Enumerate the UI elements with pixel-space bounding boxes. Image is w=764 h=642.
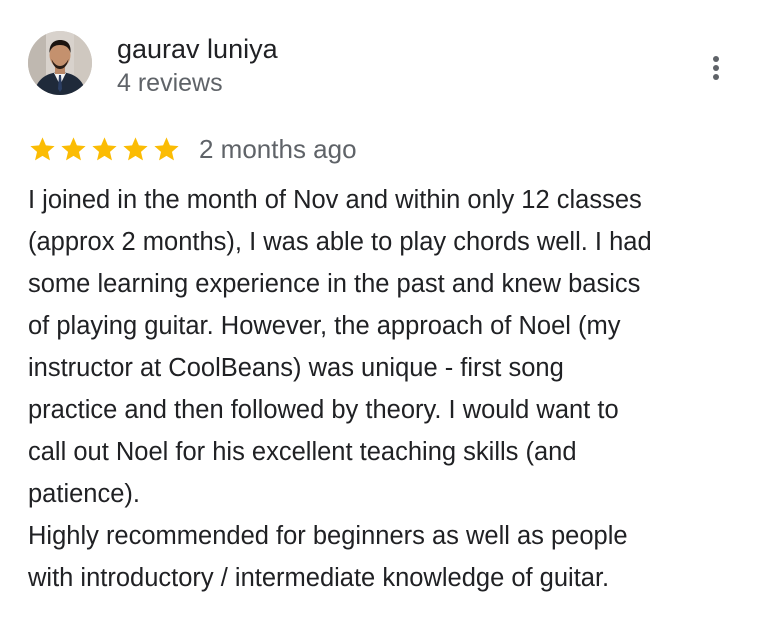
person-avatar-icon <box>28 31 92 95</box>
reviewer-review-count[interactable]: 4 reviews <box>117 67 223 99</box>
star-icon <box>90 135 119 164</box>
more-vert-dot <box>713 56 719 62</box>
more-vert-dot <box>713 65 719 71</box>
more-vert-dot <box>713 74 719 80</box>
review-date: 2 months ago <box>199 134 357 164</box>
review-body: I joined in the month of Nov and within … <box>28 179 738 599</box>
star-icon <box>28 135 57 164</box>
star-icon <box>59 135 88 164</box>
review-card: gaurav luniya 4 reviews 2 months ago I j… <box>0 0 764 642</box>
review-paragraph: I joined in the month of Nov and within … <box>28 186 652 508</box>
star-rating <box>28 135 181 164</box>
reviewer-name[interactable]: gaurav luniya <box>117 32 278 66</box>
reviewer-avatar[interactable] <box>28 31 92 95</box>
review-paragraph: Highly recommended for beginners as well… <box>28 522 628 592</box>
rating-row: 2 months ago <box>28 132 357 166</box>
star-icon <box>121 135 150 164</box>
star-icon <box>152 135 181 164</box>
more-options-button[interactable] <box>700 48 732 88</box>
